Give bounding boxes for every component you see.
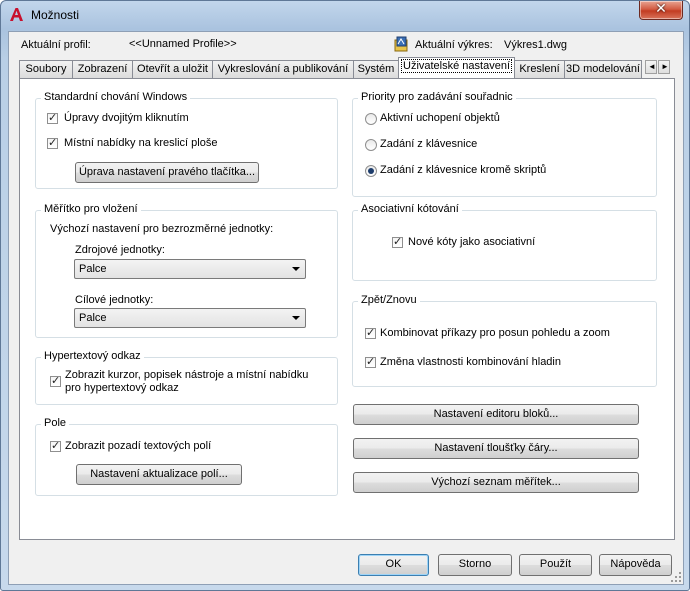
group-coordinate-priority: Priority pro zadávání souřadnic Aktivní … [352, 91, 657, 197]
group-title-coordinate-priority: Priority pro zadávání souřadnic [358, 91, 516, 103]
tab-uzivatelske-nastaveni[interactable]: Uživatelské nastavení [398, 57, 515, 78]
source-units-label: Zdrojové jednotky: [75, 244, 165, 256]
close-button[interactable]: ✕ [639, 1, 683, 20]
dblclick-edit-label: Úpravy dvojitým kliknutím [64, 112, 189, 124]
drawing-label: Aktuální výkres: [415, 39, 493, 51]
combine-layer-label: Změna vlastnosti kombinování hladin [380, 356, 561, 368]
radio-keyboard-except-scripts-label: Zadání z klávesnice kromě skriptů [380, 164, 547, 176]
target-units-select[interactable]: Palce [74, 308, 306, 328]
chevron-down-icon [292, 316, 300, 320]
tab-page: Standardní chování Windows ✓ Úpravy dvoj… [19, 78, 675, 540]
cancel-button[interactable]: Storno [438, 554, 512, 576]
drawing-value: Výkres1.dwg [504, 39, 567, 51]
checkmark-icon: ✓ [48, 112, 58, 124]
group-fields: Pole ✓ Zobrazit pozadí textových polí Na… [35, 417, 338, 496]
associative-dim-label: Nové kóty jako asociativní [408, 236, 536, 248]
tab-otevrit-a-ulozit[interactable]: Otevřít a uložit [132, 60, 213, 78]
radio-keyboard-except-scripts[interactable] [365, 165, 377, 177]
tab-scroll-right[interactable]: ► [658, 60, 670, 74]
autocad-app-icon [10, 8, 23, 21]
target-units-value: Palce [79, 312, 107, 324]
shortcut-menus-checkbox[interactable]: ✓ [47, 137, 58, 149]
checkmark-icon: ✓ [366, 327, 376, 339]
help-button[interactable]: Nápověda [599, 554, 672, 576]
default-scale-list-button[interactable]: Výchozí seznam měřítek... [353, 472, 639, 493]
checkmark-icon: ✓ [51, 440, 61, 452]
hyperlink-cursor-checkbox[interactable]: ✓ [50, 375, 61, 387]
combine-zoom-checkbox[interactable]: ✓ [365, 327, 376, 339]
group-title-hyperlink: Hypertextový odkaz [41, 350, 144, 362]
group-windows-behavior: Standardní chování Windows ✓ Úpravy dvoj… [35, 91, 338, 189]
radio-running-osnap[interactable] [365, 113, 377, 125]
tab-zobrazeni[interactable]: Zobrazení [72, 60, 133, 78]
group-title-insertion-scale: Měřítko pro vložení [41, 203, 141, 215]
window-title: Možnosti [31, 8, 80, 22]
tab-vykreslovani[interactable]: Vykreslování a publikování [212, 60, 354, 78]
tab-kresleni[interactable]: Kreslení [514, 60, 565, 78]
group-hyperlink: Hypertextový odkaz ✓ Zobrazit kurzor, po… [35, 350, 338, 405]
block-editor-settings-button[interactable]: Nastavení editoru bloků... [353, 404, 639, 425]
dialog-client: Aktuální profil: <<Unnamed Profile>> Akt… [8, 31, 684, 585]
tab-scroll-left[interactable]: ◄ [645, 60, 657, 74]
field-update-button[interactable]: Nastavení aktualizace polí... [76, 464, 242, 485]
lineweight-settings-button[interactable]: Nastavení tloušťky čáry... [353, 438, 639, 459]
dblclick-edit-checkbox[interactable]: ✓ [47, 112, 58, 124]
source-units-value: Palce [79, 263, 107, 275]
radio-running-osnap-label: Aktivní uchopení objektů [380, 112, 500, 124]
radio-keyboard-entry[interactable] [365, 139, 377, 151]
checkmark-icon: ✓ [48, 137, 58, 149]
combine-layer-checkbox[interactable]: ✓ [365, 356, 376, 368]
apply-button[interactable]: Použít [519, 554, 592, 576]
hyperlink-line1: Zobrazit kurzor, popisek nástroje a míst… [65, 369, 309, 381]
checkmark-icon: ✓ [366, 356, 376, 368]
checkmark-icon: ✓ [51, 375, 61, 387]
group-undo-redo: Zpět/Znovu ✓ Kombinovat příkazy pro posu… [352, 294, 657, 387]
chevron-down-icon [292, 267, 300, 271]
shortcut-menus-label: Místní nabídky na kreslicí ploše [64, 137, 218, 149]
rightclick-customize-button[interactable]: Úprava nastavení pravého tlačítka... [75, 162, 259, 183]
profile-value: <<Unnamed Profile>> [129, 38, 237, 50]
options-dialog: Možnosti ✕ Aktuální profil: <<Unnamed Pr… [0, 0, 690, 591]
tab-3d-modelovani[interactable]: 3D modelování [564, 60, 642, 78]
left-arrow-icon: ◄ [648, 62, 656, 71]
field-background-label: Zobrazit pozadí textových polí [65, 440, 212, 452]
profile-label: Aktuální profil: [21, 39, 91, 51]
tab-system[interactable]: Systém [353, 60, 399, 78]
ok-button[interactable]: OK [358, 554, 429, 576]
hyperlink-line2: pro hypertextový odkaz [65, 382, 179, 394]
insertion-scale-desc: Výchozí nastavení pro bezrozměrné jednot… [50, 223, 274, 235]
tab-soubory[interactable]: Soubory [19, 60, 73, 78]
title-bar[interactable]: Možnosti ✕ [1, 1, 689, 29]
group-title-fields: Pole [41, 417, 70, 429]
field-background-checkbox[interactable]: ✓ [50, 440, 61, 452]
resize-grip-icon[interactable] [671, 572, 681, 582]
group-title-undo-redo: Zpět/Znovu [358, 294, 420, 306]
group-associative-dim: Asociativní kótování ✓ Nové kóty jako as… [352, 203, 657, 281]
checkmark-icon: ✓ [393, 236, 403, 248]
source-units-select[interactable]: Palce [74, 259, 306, 279]
group-title-associative-dim: Asociativní kótování [358, 203, 462, 215]
right-arrow-icon: ► [661, 62, 669, 71]
drawing-icon [394, 36, 408, 52]
tab-active-label: Uživatelské nastavení [401, 59, 512, 73]
radio-keyboard-entry-label: Zadání z klávesnice [380, 138, 478, 150]
combine-zoom-label: Kombinovat příkazy pro posun pohledu a z… [380, 327, 610, 339]
group-title-windows-behavior: Standardní chování Windows [41, 91, 191, 103]
associative-dim-checkbox[interactable]: ✓ [392, 236, 403, 248]
group-insertion-scale: Měřítko pro vložení Výchozí nastavení pr… [35, 203, 338, 338]
radio-selected-dot [368, 168, 374, 174]
close-icon: ✕ [655, 0, 667, 16]
target-units-label: Cílové jednotky: [75, 294, 154, 306]
